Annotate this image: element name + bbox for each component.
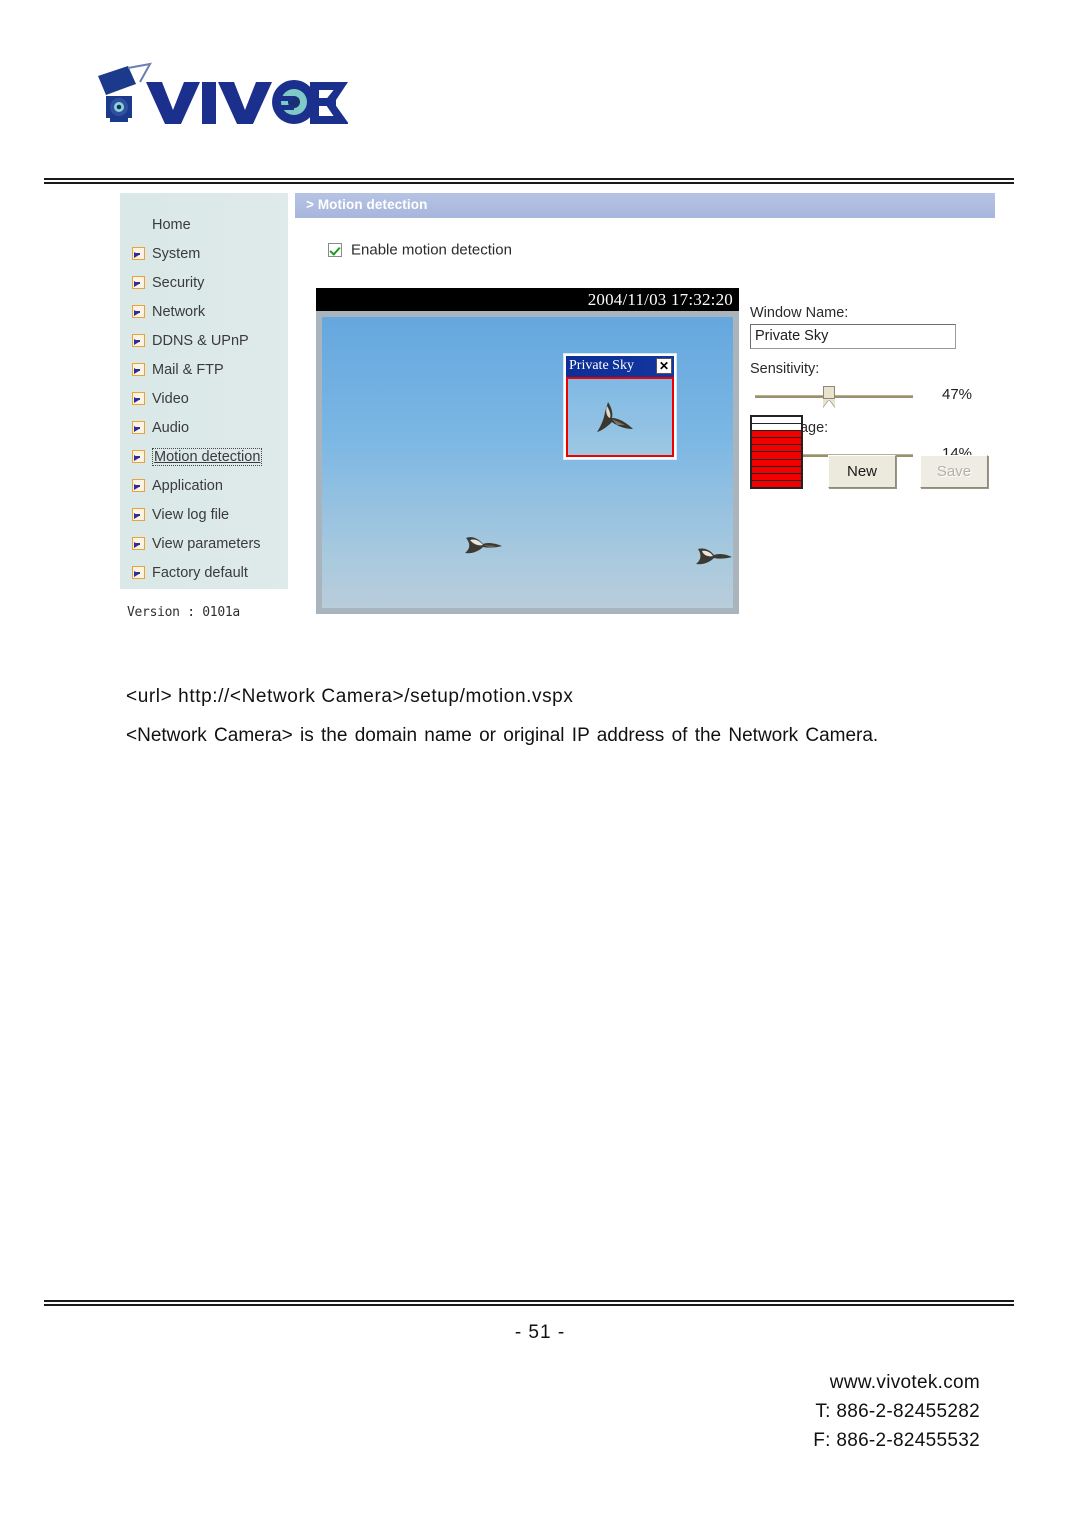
enable-motion-detection-label: Enable motion detection	[351, 241, 512, 259]
meter-segment	[752, 417, 801, 425]
arrow-icon	[132, 566, 145, 579]
meter-segment	[752, 459, 801, 467]
sensitivity-slider-thumb[interactable]	[823, 386, 836, 408]
website-url: www.vivotek.com	[829, 1372, 980, 1393]
arrow-icon	[132, 305, 145, 318]
detection-window-title: Private Sky	[569, 358, 634, 373]
window-name-label: Window Name:	[750, 305, 849, 321]
meter-segment	[752, 424, 801, 432]
arrow-icon	[132, 421, 145, 434]
arrow-icon	[132, 537, 145, 550]
arrow-icon	[132, 363, 145, 376]
window-name-input[interactable]: Private Sky	[750, 324, 956, 349]
meter-segment	[752, 480, 801, 487]
logo-svg	[98, 62, 348, 124]
arrow-icon	[132, 247, 145, 260]
meter-segment	[752, 466, 801, 474]
camera-icon	[98, 62, 152, 122]
sidebar-item-factory-default[interactable]: Factory default	[120, 559, 288, 588]
arrow-icon	[132, 508, 145, 521]
sidebar-item-mail-ftp[interactable]: Mail & FTP	[120, 356, 288, 385]
enable-motion-detection-row[interactable]: Enable motion detection	[328, 241, 512, 261]
page-title: > Motion detection	[306, 197, 428, 212]
meter-segment	[752, 431, 801, 439]
motion-activity-meter	[750, 415, 803, 489]
firmware-version-label: Version : 0101a	[127, 605, 240, 620]
content-area: > Motion detection Enable motion detecti…	[295, 193, 995, 623]
sidebar-item-security[interactable]: Security	[120, 269, 288, 298]
sidebar-item-system[interactable]: System	[120, 240, 288, 269]
arrow-icon	[132, 392, 145, 405]
sidebar-item-label: View log file	[152, 507, 230, 523]
meter-segment	[752, 452, 801, 460]
save-button: Save	[920, 455, 988, 488]
video-preview[interactable]: 2004/11/03 17:32:20 Private Sky ✕	[316, 288, 739, 614]
sidebar-nav-list: Home System Security Network DDNS & UPnP…	[120, 211, 288, 588]
page-number: - 51 -	[514, 1322, 566, 1343]
fax-number: F: 886-2-82455532	[813, 1430, 980, 1451]
sidebar-item-label: Audio	[152, 420, 190, 436]
sidebar-item-application[interactable]: Application	[120, 472, 288, 501]
sidebar-item-label: Motion detection	[152, 448, 263, 466]
sidebar-item-motion-detection[interactable]: Motion detection	[120, 443, 288, 472]
sidebar-item-label: DDNS & UPnP	[152, 333, 249, 349]
video-timestamp-bar: 2004/11/03 17:32:20	[316, 288, 739, 311]
sidebar-item-label: Factory default	[152, 565, 248, 581]
video-frame[interactable]: Private Sky ✕	[322, 317, 733, 608]
sidebar-item-audio[interactable]: Audio	[120, 414, 288, 443]
sensitivity-slider[interactable]	[755, 386, 913, 408]
sidebar-item-network[interactable]: Network	[120, 298, 288, 327]
url-description: <Network Camera> is the domain name or o…	[126, 725, 879, 746]
detection-window[interactable]: Private Sky ✕	[564, 354, 676, 459]
sidebar-item-label: System	[152, 246, 201, 262]
logo-wordmark	[146, 80, 348, 124]
sidebar: Home System Security Network DDNS & UPnP…	[120, 193, 288, 589]
meter-segment	[752, 445, 801, 453]
content-header-bar: > Motion detection	[295, 193, 995, 218]
telephone-number: T: 886-2-82455282	[815, 1401, 980, 1422]
detection-window-region[interactable]	[566, 377, 674, 457]
detection-window-titlebar[interactable]: Private Sky ✕	[566, 356, 674, 377]
sidebar-item-label: Application	[152, 478, 223, 494]
vivotek-logo	[88, 62, 348, 132]
sensitivity-label: Sensitivity:	[750, 361, 820, 377]
sidebar-item-view-log-file[interactable]: View log file	[120, 501, 288, 530]
sidebar-item-video[interactable]: Video	[120, 385, 288, 414]
top-horizontal-rule	[44, 178, 1014, 184]
sidebar-item-label: Video	[152, 391, 189, 407]
meter-segment	[752, 438, 801, 446]
new-button[interactable]: New	[828, 455, 896, 488]
sidebar-item-view-parameters[interactable]: View parameters	[120, 530, 288, 559]
sidebar-item-ddns-upnp[interactable]: DDNS & UPnP	[120, 327, 288, 356]
sensitivity-slider-row[interactable]: 47%	[750, 380, 995, 410]
close-x-icon[interactable]: ✕	[656, 358, 672, 374]
meter-and-buttons-row: New Save	[750, 415, 995, 495]
sidebar-item-label: Security	[152, 275, 205, 291]
arrow-icon	[132, 276, 145, 289]
url-line: <url> http://<Network Camera>/setup/moti…	[126, 686, 574, 707]
sidebar-item-label: Mail & FTP	[152, 362, 224, 378]
camera-web-ui-panel: Home System Security Network DDNS & UPnP…	[120, 193, 995, 623]
meter-segment	[752, 473, 801, 481]
enable-motion-detection-checkbox[interactable]	[328, 242, 342, 257]
footer-horizontal-rule	[44, 1300, 1014, 1306]
arrow-icon	[132, 450, 145, 463]
url-documentation-block: <url> http://<Network Camera>/setup/moti…	[126, 686, 980, 752]
contact-block: www.vivotek.com T: 886-2-82455282 F: 886…	[813, 1368, 980, 1455]
sidebar-item-label: Network	[152, 304, 206, 320]
sidebar-item-home[interactable]: Home	[120, 211, 288, 240]
sidebar-item-label: Home	[152, 217, 191, 233]
sensitivity-value: 47%	[942, 386, 973, 403]
video-timestamp: 2004/11/03 17:32:20	[587, 290, 733, 309]
arrow-icon	[132, 479, 145, 492]
arrow-icon	[132, 334, 145, 347]
sidebar-item-label: View parameters	[152, 536, 261, 552]
